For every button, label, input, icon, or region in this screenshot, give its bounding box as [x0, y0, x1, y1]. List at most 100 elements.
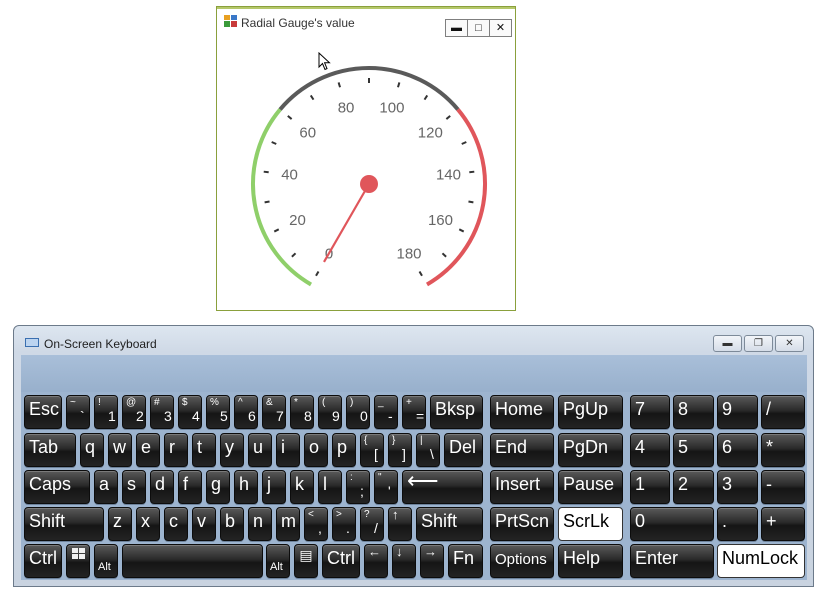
key-1[interactable]: ! 1	[94, 395, 118, 429]
key-numpad-multiply[interactable]: *	[761, 433, 805, 467]
key-3[interactable]: #3	[150, 395, 174, 429]
key-numpad-5[interactable]: 5	[673, 433, 714, 467]
key-numpad-7[interactable]: 7	[630, 395, 670, 429]
key-quote[interactable]: " '	[374, 470, 398, 504]
key-arrow-right[interactable]: →	[420, 544, 444, 578]
key-arrow-down[interactable]: ↓	[392, 544, 416, 578]
key-y[interactable]: y	[220, 433, 244, 467]
key-numpad-plus[interactable]: +	[761, 507, 805, 541]
key-tilde[interactable]: ~ `	[66, 395, 90, 429]
key-numpad-6[interactable]: 6	[717, 433, 758, 467]
key-q[interactable]: q	[80, 433, 104, 467]
key-numpad-2[interactable]: 2	[673, 470, 714, 504]
key-o[interactable]: o	[304, 433, 328, 467]
key-arrow-up[interactable]: ↑	[388, 507, 412, 541]
key-p[interactable]: p	[332, 433, 356, 467]
key-fn[interactable]: Fn	[448, 544, 483, 578]
key-caps[interactable]: Caps	[24, 470, 90, 504]
key-m[interactable]: m	[276, 507, 300, 541]
key-numpad-3[interactable]: 3	[717, 470, 758, 504]
key-options[interactable]: Options	[490, 544, 554, 578]
key-r[interactable]: r	[164, 433, 188, 467]
key-v[interactable]: v	[192, 507, 216, 541]
key-d[interactable]: d	[150, 470, 174, 504]
key-arrow-left[interactable]: ←	[364, 544, 388, 578]
key-u[interactable]: u	[248, 433, 272, 467]
minimize-button[interactable]: ▬	[713, 335, 742, 352]
gauge-tick-label: 40	[281, 167, 298, 184]
key-pgup[interactable]: PgUp	[558, 395, 623, 429]
key-numpad-decimal[interactable]: .	[717, 507, 758, 541]
key-4[interactable]: $4	[178, 395, 202, 429]
key-a[interactable]: a	[94, 470, 118, 504]
key-left-ctrl[interactable]: Ctrl	[24, 544, 62, 578]
key-right-alt[interactable]: Alt	[266, 544, 290, 578]
key-left-shift[interactable]: Shift	[24, 507, 104, 541]
keyboard-icon	[25, 338, 39, 347]
key-numpad-minus[interactable]: -	[761, 470, 805, 504]
key-9[interactable]: (9	[318, 395, 342, 429]
key-space[interactable]	[122, 544, 263, 578]
key-enter[interactable]: ⟵	[402, 470, 483, 504]
key-tab[interactable]: Tab	[24, 433, 76, 467]
key-help[interactable]: Help	[558, 544, 623, 578]
key-numpad-enter[interactable]: Enter	[630, 544, 714, 578]
key-numpad-4[interactable]: 4	[630, 433, 670, 467]
key-7[interactable]: & 7	[262, 395, 286, 429]
key-numpad-8[interactable]: 8	[673, 395, 714, 429]
key-prtscn[interactable]: PrtScn	[490, 507, 554, 541]
key-scrlk[interactable]: ScrLk	[558, 507, 623, 541]
restore-button[interactable]: ❐	[744, 335, 773, 352]
key-6[interactable]: ^ 6	[234, 395, 258, 429]
key-equals[interactable]: + =	[402, 395, 426, 429]
key-t[interactable]: t	[192, 433, 216, 467]
key-f[interactable]: f	[178, 470, 202, 504]
key-minus[interactable]: _ -	[374, 395, 398, 429]
key-h[interactable]: h	[234, 470, 258, 504]
key-n[interactable]: n	[248, 507, 272, 541]
key-numlock[interactable]: NumLock	[717, 544, 805, 578]
key-semicolon[interactable]: :;	[346, 470, 370, 504]
key-c[interactable]: c	[164, 507, 188, 541]
key-e[interactable]: e	[136, 433, 160, 467]
close-button[interactable]: ✕	[775, 335, 804, 352]
key-comma[interactable]: <,	[304, 507, 328, 541]
key-g[interactable]: g	[206, 470, 230, 504]
key-numpad-0[interactable]: 0	[630, 507, 714, 541]
key-0[interactable]: ) 0	[346, 395, 370, 429]
key-2[interactable]: @2	[122, 395, 146, 429]
key-b[interactable]: b	[220, 507, 244, 541]
key-x[interactable]: x	[136, 507, 160, 541]
key-5[interactable]: % 5	[206, 395, 230, 429]
key-esc[interactable]: Esc	[24, 395, 62, 429]
key-s[interactable]: s	[122, 470, 146, 504]
key-w[interactable]: w	[108, 433, 132, 467]
key-backslash[interactable]: | \	[416, 433, 440, 467]
key-left-bracket[interactable]: {[	[360, 433, 384, 467]
key-numpad-divide[interactable]: /	[761, 395, 805, 429]
key-l[interactable]: l	[318, 470, 342, 504]
key-pgdn[interactable]: PgDn	[558, 433, 623, 467]
key-z[interactable]: z	[108, 507, 132, 541]
key-insert[interactable]: Insert	[490, 470, 554, 504]
key-i[interactable]: i	[276, 433, 300, 467]
key-right-ctrl[interactable]: Ctrl	[322, 544, 360, 578]
key-period[interactable]: >.	[332, 507, 356, 541]
key-k[interactable]: k	[290, 470, 314, 504]
key-numpad-1[interactable]: 1	[630, 470, 670, 504]
key-pause[interactable]: Pause	[558, 470, 623, 504]
gauge-tick	[458, 228, 465, 233]
key-windows[interactable]	[66, 544, 90, 578]
key-end[interactable]: End	[490, 433, 554, 467]
key-8[interactable]: * 8	[290, 395, 314, 429]
key-right-bracket[interactable]: }]	[388, 433, 412, 467]
key-numpad-9[interactable]: 9	[717, 395, 758, 429]
key-home[interactable]: Home	[490, 395, 554, 429]
key-j[interactable]: j	[262, 470, 286, 504]
key-delete[interactable]: Del	[444, 433, 483, 467]
key-right-shift[interactable]: Shift	[416, 507, 483, 541]
key-slash[interactable]: ? /	[360, 507, 384, 541]
key-menu[interactable]: ▤	[294, 544, 318, 578]
key-left-alt[interactable]: Alt	[94, 544, 118, 578]
key-backspace[interactable]: Bksp	[430, 395, 483, 429]
